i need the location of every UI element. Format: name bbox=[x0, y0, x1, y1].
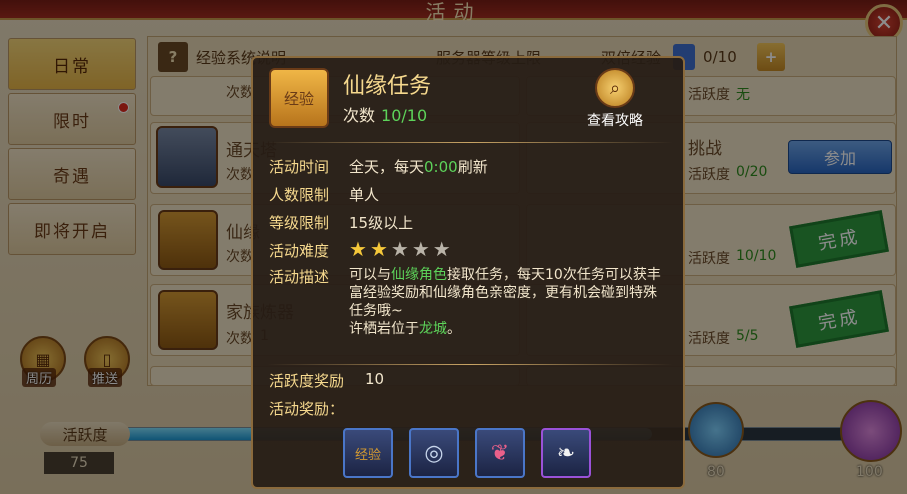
difficulty-key: 活动难度 bbox=[269, 242, 330, 260]
time-value: 全天，每天0:00刷新 bbox=[349, 156, 488, 177]
time-row: 活动时间 全天，每天0:00刷新 bbox=[269, 156, 488, 177]
time-highlight: 0:00 bbox=[424, 158, 458, 176]
star-icon: ★ bbox=[411, 237, 430, 261]
time-key: 活动时间 bbox=[269, 158, 330, 176]
activity-detail-popup: 经验 仙缘任务 次数 10/10 ⌕ 查看攻略 活动时间 全天，每天0:00刷新 … bbox=[251, 56, 685, 489]
difficulty-row: 活动难度 ★ ★ ★ ★ ★ bbox=[269, 237, 451, 261]
rewards-key: 活动奖励： bbox=[269, 400, 345, 418]
desc-text: 。 bbox=[447, 321, 461, 337]
desc-highlight: 龙城 bbox=[419, 321, 447, 337]
star-icon: ★ bbox=[432, 237, 451, 261]
desc-text: 许栖岩位于 bbox=[349, 321, 419, 337]
exp-token-icon: 经验 bbox=[269, 68, 329, 128]
people-value: 单人 bbox=[349, 186, 380, 204]
level-key: 等级限制 bbox=[269, 214, 330, 232]
star-icon: ★ bbox=[349, 237, 367, 261]
times-value: 10/10 bbox=[381, 106, 428, 125]
popup-times: 次数 10/10 bbox=[343, 102, 427, 126]
divider bbox=[267, 364, 673, 365]
activity-reward-key: 活跃度奖励 bbox=[269, 372, 345, 390]
level-value: 15级以上 bbox=[349, 214, 414, 232]
popup-title: 仙缘任务 bbox=[343, 74, 432, 99]
view-guide-button[interactable]: ⌕ 查看攻略 bbox=[575, 68, 655, 130]
star-icon: ★ bbox=[390, 237, 409, 261]
activity-reward-value: 10 bbox=[365, 370, 385, 388]
star-icon: ★ bbox=[369, 237, 388, 261]
pink-petal-icon[interactable]: ❦ bbox=[475, 428, 525, 478]
people-key: 人数限制 bbox=[269, 186, 330, 204]
desc-row: 活动描述 bbox=[269, 266, 349, 287]
desc-text: 可以与 bbox=[349, 267, 391, 283]
difficulty-stars: ★ ★ ★ ★ ★ bbox=[349, 237, 451, 261]
desc-highlight: 仙缘角色 bbox=[391, 267, 447, 283]
magnifier-scroll-icon: ⌕ bbox=[595, 68, 635, 108]
silver-coin-icon[interactable]: ◎ bbox=[409, 428, 459, 478]
reward-items: 经验 ◎ ❦ ❧ bbox=[343, 428, 591, 478]
times-label: 次数 bbox=[343, 106, 376, 125]
time-prefix: 全天，每天 bbox=[349, 158, 425, 176]
people-row: 人数限制 单人 bbox=[269, 184, 379, 205]
desc-key: 活动描述 bbox=[269, 268, 330, 286]
activity-reward-row: 活跃度奖励 10 bbox=[269, 370, 384, 391]
divider bbox=[267, 142, 673, 143]
activity-description: 可以与仙缘角色接取任务，每天10次任务可以获丰富经验奖励和仙缘角色亲密度，更有机… bbox=[349, 266, 669, 338]
exp-token-icon[interactable]: 经验 bbox=[343, 428, 393, 478]
guide-label: 查看攻略 bbox=[587, 113, 643, 129]
level-row: 等级限制 15级以上 bbox=[269, 212, 413, 233]
rewards-row: 活动奖励： bbox=[269, 398, 389, 419]
time-suffix: 刷新 bbox=[457, 158, 488, 176]
feather-icon[interactable]: ❧ bbox=[541, 428, 591, 478]
